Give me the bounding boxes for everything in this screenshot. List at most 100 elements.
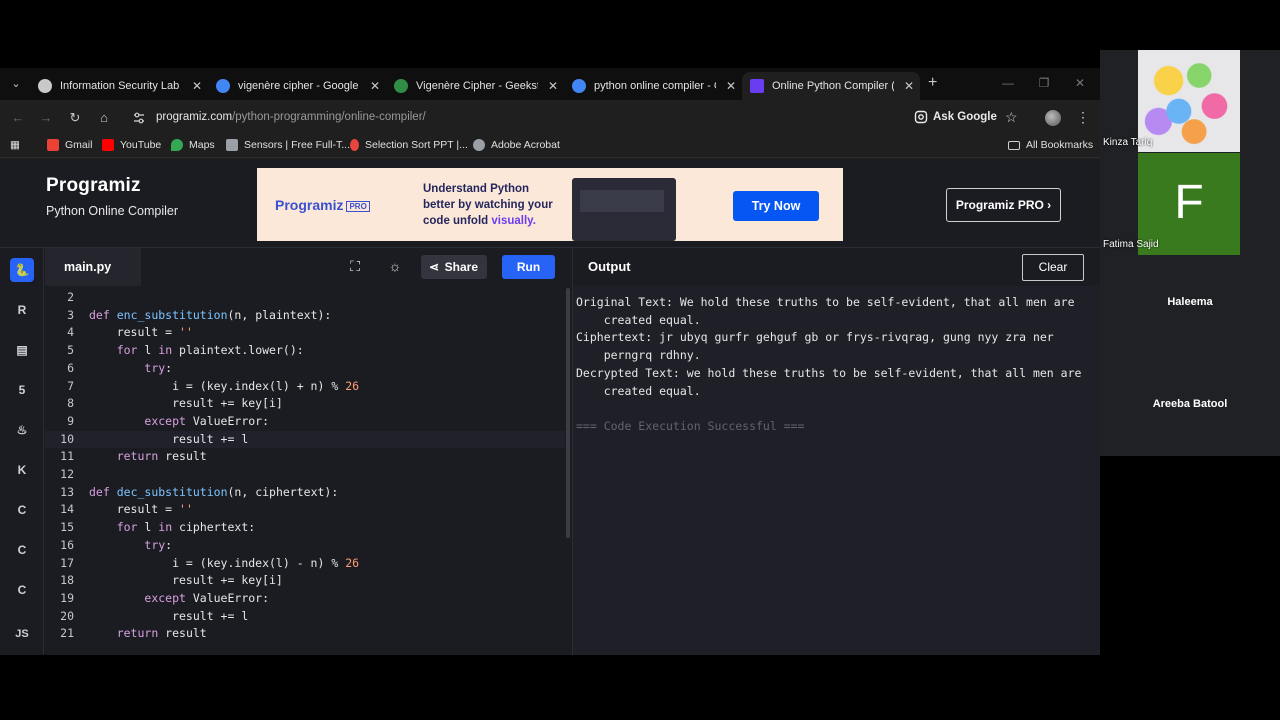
html-icon[interactable]: 5 bbox=[10, 378, 34, 402]
code-line[interactable]: 12 bbox=[45, 466, 565, 484]
code-line[interactable]: 7 i = (key.index(l) + n) % 26 bbox=[45, 378, 565, 396]
code-line[interactable]: 4 result = '' bbox=[45, 324, 565, 342]
close-icon[interactable]: ✕ bbox=[370, 79, 380, 93]
share-button[interactable]: ⋖ Share bbox=[421, 255, 487, 279]
site-settings-icon[interactable] bbox=[132, 111, 146, 125]
home-icon[interactable]: ⌂ bbox=[96, 110, 112, 126]
line-number: 14 bbox=[60, 502, 74, 517]
code-text: result += l bbox=[89, 608, 249, 623]
line-number: 21 bbox=[60, 626, 74, 641]
theme-toggle-icon[interactable]: ☼ bbox=[385, 258, 405, 278]
back-icon[interactable]: ← bbox=[10, 110, 26, 126]
tab-search-chevron-icon[interactable]: ⌄ bbox=[8, 76, 24, 92]
editor-scrollbar[interactable] bbox=[565, 286, 571, 655]
code-line[interactable]: 20 result += l bbox=[45, 608, 565, 626]
code-line[interactable]: 14 result = '' bbox=[45, 501, 565, 519]
bookmark-maps[interactable]: Maps bbox=[171, 139, 215, 151]
browser-window: ⌄ Information Security Lab Too ✕ vigenèr… bbox=[0, 68, 1101, 655]
participant-tile-kinza[interactable] bbox=[1138, 50, 1240, 152]
code-line[interactable]: 3 def enc_substitution(n, plaintext): bbox=[45, 307, 565, 325]
tab-vigenere-geeksforgeeks[interactable]: Vigenère Cipher - GeeksforGe ✕ bbox=[386, 72, 564, 100]
clear-button[interactable]: Clear bbox=[1022, 254, 1084, 281]
java-icon[interactable]: ♨ bbox=[10, 418, 34, 442]
tab-label: Vigenère Cipher - GeeksforGe bbox=[416, 80, 538, 92]
code-text: def enc_substitution(n, plaintext): bbox=[89, 307, 332, 322]
restore-icon[interactable]: ❐ bbox=[1026, 68, 1062, 98]
output-title: Output bbox=[588, 259, 631, 274]
profile-avatar[interactable] bbox=[1045, 110, 1061, 126]
tab-label: python online compiler - Go bbox=[594, 80, 716, 92]
promo-banner[interactable]: Programiz PRO Understand Python better by… bbox=[257, 168, 843, 241]
code-line[interactable]: 2 bbox=[45, 289, 565, 307]
code-line[interactable]: 11 return result bbox=[45, 448, 565, 466]
close-icon[interactable]: ✕ bbox=[904, 79, 914, 93]
minimize-icon[interactable]: — bbox=[990, 68, 1026, 98]
bookmark-star-icon[interactable]: ☆ bbox=[1005, 109, 1018, 126]
tab-python-online-compiler-google[interactable]: python online compiler - Go ✕ bbox=[564, 72, 742, 100]
programiz-logo[interactable]: Programiz bbox=[46, 175, 141, 197]
all-bookmarks[interactable]: All Bookmarks bbox=[1008, 139, 1093, 151]
kotlin-icon[interactable]: K bbox=[10, 458, 34, 482]
run-button[interactable]: Run bbox=[502, 255, 555, 279]
code-text: try: bbox=[144, 360, 173, 375]
close-icon[interactable]: ✕ bbox=[192, 79, 202, 93]
more-menu-icon[interactable]: ⋮ bbox=[1076, 109, 1090, 126]
line-number: 20 bbox=[60, 608, 74, 623]
python-icon[interactable]: 🐍 bbox=[10, 258, 34, 282]
r-icon[interactable]: R bbox=[10, 298, 34, 322]
cpp-icon[interactable]: C bbox=[10, 538, 34, 562]
js-icon[interactable]: JS bbox=[10, 622, 34, 646]
ask-google-button[interactable]: Ask Google bbox=[914, 110, 997, 124]
forward-icon[interactable]: → bbox=[38, 110, 54, 126]
window-close-icon[interactable]: ✕ bbox=[1062, 68, 1098, 98]
youtube-icon bbox=[102, 139, 114, 151]
code-line[interactable]: 15 for l in ciphertext: bbox=[45, 519, 565, 537]
file-tab[interactable]: main.py bbox=[45, 248, 141, 286]
code-line[interactable]: 6 try: bbox=[45, 360, 565, 378]
code-line[interactable]: 13 def dec_substitution(n, ciphertext): bbox=[45, 484, 565, 502]
reload-icon[interactable]: ↻ bbox=[67, 110, 83, 126]
tab-information-security[interactable]: Information Security Lab Too ✕ bbox=[30, 72, 208, 100]
new-tab-button[interactable]: + bbox=[928, 74, 937, 92]
code-line[interactable]: 17 i = (key.index(l) - n) % 26 bbox=[45, 555, 565, 573]
csharp-icon[interactable]: C bbox=[10, 578, 34, 602]
code-line[interactable]: 8 result += key[i] bbox=[45, 395, 565, 413]
code-text: result = '' bbox=[89, 325, 193, 340]
code-line[interactable]: 18 result += key[i] bbox=[45, 572, 565, 590]
code-line[interactable]: 19 except ValueError: bbox=[45, 590, 565, 608]
bookmark-selection-sort[interactable]: Selection Sort PPT |... bbox=[350, 139, 468, 151]
code-line[interactable]: 16 try: bbox=[45, 537, 565, 555]
language-sidebar: 🐍 R ▤ 5 ♨ K C C C JS bbox=[0, 248, 44, 655]
programiz-pro-button[interactable]: Programiz PRO › bbox=[946, 188, 1061, 222]
c-icon[interactable]: C bbox=[10, 498, 34, 522]
close-icon[interactable]: ✕ bbox=[726, 79, 736, 93]
output-line: Original Text: We hold these truths to b… bbox=[576, 295, 1075, 309]
code-line[interactable]: 9 except ValueError: bbox=[45, 413, 565, 431]
participant-name: Haleema bbox=[1167, 296, 1213, 308]
code-text: return result bbox=[116, 626, 207, 641]
share-label: Share bbox=[444, 260, 478, 274]
editor-toolbar: main.py ⛶ ☼ ⋖ Share Run bbox=[45, 248, 572, 286]
programiz-icon bbox=[750, 79, 764, 93]
fullscreen-icon[interactable]: ⛶ bbox=[345, 258, 365, 278]
sql-icon[interactable]: ▤ bbox=[10, 338, 34, 362]
address-bar[interactable]: programiz.com/python-programming/online-… bbox=[122, 104, 1032, 132]
code-line[interactable]: 10 result += l bbox=[45, 430, 565, 449]
try-now-button[interactable]: Try Now bbox=[733, 191, 819, 221]
banner-logo: Programiz PRO bbox=[275, 197, 370, 213]
tab-online-python-compiler[interactable]: Online Python Compiler (Inte ✕ bbox=[742, 72, 920, 100]
tab-vigenere-google[interactable]: vigenère cipher - Google Sea ✕ bbox=[208, 72, 386, 100]
line-number: 19 bbox=[60, 590, 74, 605]
code-line[interactable]: 5 for l in plaintext.lower(): bbox=[45, 342, 565, 360]
bookmark-gmail[interactable]: Gmail bbox=[47, 139, 92, 151]
close-icon[interactable]: ✕ bbox=[548, 79, 558, 93]
bookmark-adobe-acrobat[interactable]: Adobe Acrobat bbox=[473, 139, 560, 151]
bookmark-sensors[interactable]: Sensors | Free Full-T... bbox=[226, 139, 350, 151]
bookmark-youtube[interactable]: YouTube bbox=[102, 139, 161, 151]
code-line[interactable]: 21 return result bbox=[45, 625, 565, 643]
code-editor[interactable]: 2 3 def enc_substitution(n, plaintext): 4 r… bbox=[45, 286, 572, 655]
line-number: 5 bbox=[67, 343, 74, 358]
apps-grid-icon[interactable]: ▦ bbox=[10, 139, 20, 151]
code-text: for l in ciphertext: bbox=[116, 520, 256, 535]
scrollbar-thumb[interactable] bbox=[566, 288, 570, 538]
